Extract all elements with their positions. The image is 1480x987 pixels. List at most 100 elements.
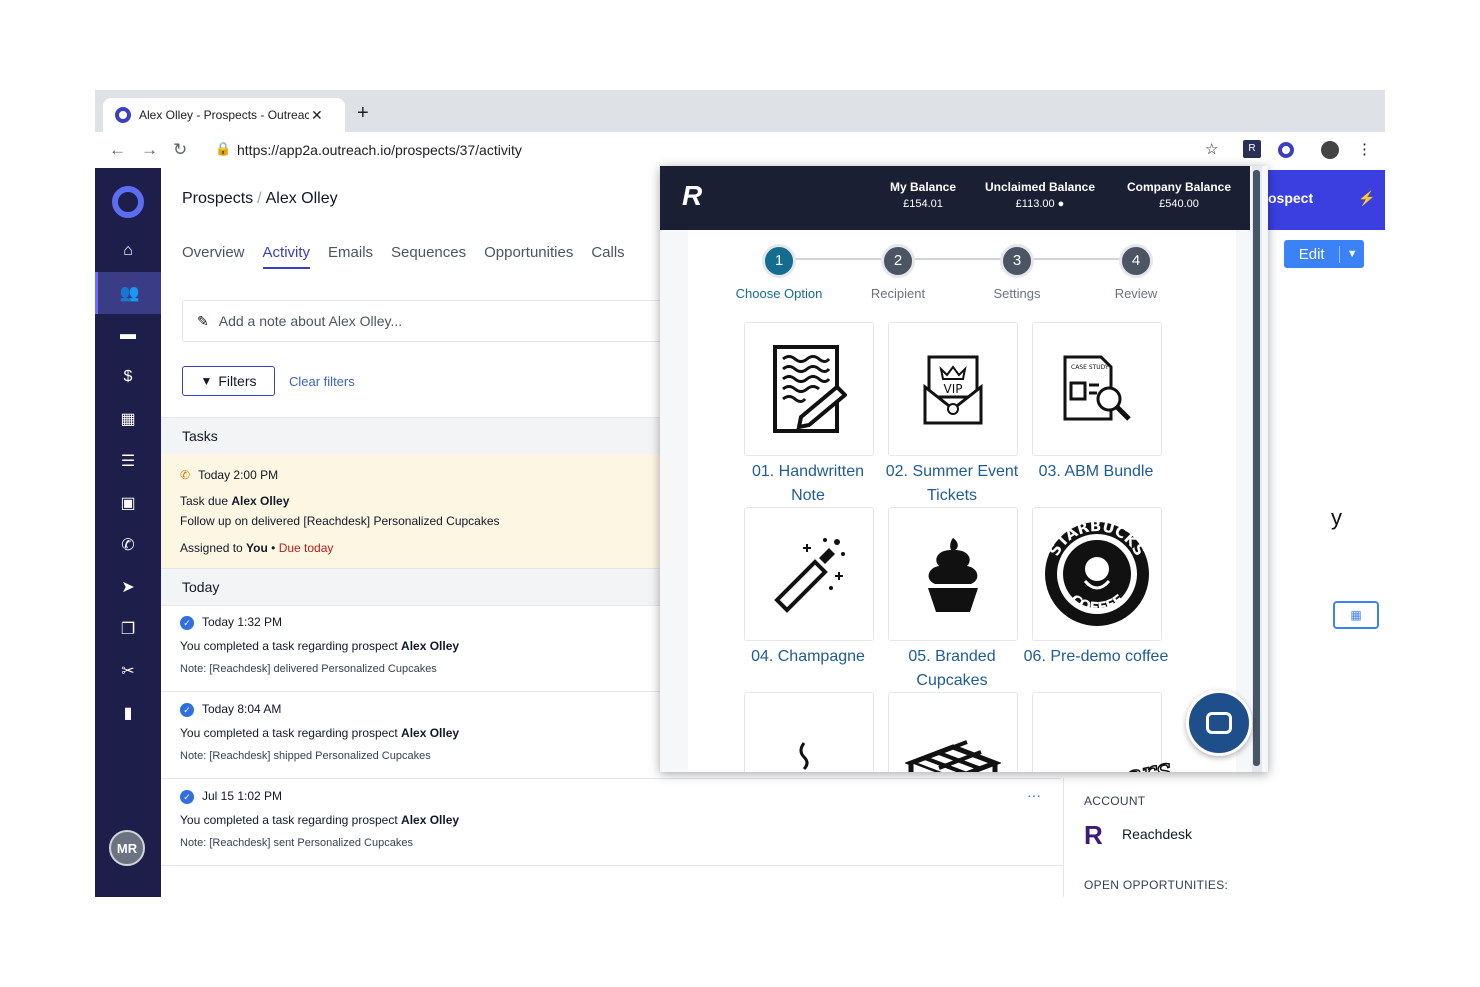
starbucks-logo-icon: STARBUCKS COFFEE [1045,519,1149,626]
calendar-small-icon: ▦ [1350,608,1362,622]
popup-scrollbar[interactable] [1252,166,1262,772]
tab-overview[interactable]: Overview [182,244,245,269]
calendar-icon[interactable]: ▦ [95,398,161,440]
gift-card-maltesers[interactable]: Maltesers [1019,692,1175,772]
profile-avatar-icon[interactable] [1321,141,1339,159]
dollar-icon[interactable]: $ [95,356,161,398]
breadcrumb-prospects-link[interactable]: Prospects [182,190,253,207]
gift-card-event-tickets[interactable]: VIP [888,322,1018,456]
close-tab-icon[interactable]: ✕ [311,107,323,124]
add-prospect-button[interactable]: ospect ⚡ [1260,170,1385,230]
step-number: 4 [1119,244,1153,278]
tab-sequences[interactable]: Sequences [391,244,466,269]
step-choose-option[interactable]: 1 Choose Option [724,244,834,301]
balance-label: My Balance [889,180,957,194]
briefcase-icon[interactable]: ▬ [95,314,161,356]
popup-scroll-thumb[interactable] [1253,170,1260,766]
gift-option-label[interactable]: 05. Branded Cupcakes [877,645,1027,693]
today-section-header: Today [161,568,702,606]
reports-icon[interactable]: ▮ [95,692,161,734]
activity-prospect-link[interactable]: Alex Olley [401,726,459,740]
activity-prospect-link[interactable]: Alex Olley [401,639,459,653]
inbox-icon[interactable]: ▣ [95,482,161,524]
activity-prospect-link[interactable]: Alex Olley [401,813,459,827]
bookmark-star-icon[interactable]: ☆ [1205,140,1218,158]
gift-card-coffee[interactable]: STARBUCKS COFFEE [1032,507,1162,641]
breadcrumb-prospect-name: Alex Olley [265,190,338,207]
new-tab-button[interactable]: + [357,102,369,125]
step-review[interactable]: 4 Review [1081,244,1191,301]
check-circle-icon: ✓ [180,702,194,717]
activity-note: Note: [Reachdesk] delivered Personalized… [180,663,437,675]
gift-card-handwritten-note[interactable] [744,322,874,456]
browser-tab[interactable]: Alex Olley - Prospects - Outreach ✕ [103,98,345,132]
filters-button[interactable]: ▼ Filters [182,366,275,396]
balance-value[interactable]: £113.00 ● [976,198,1104,210]
account-name-link[interactable]: Reachdesk [1122,826,1192,842]
browser-menu-icon[interactable]: ⋮ [1357,140,1372,158]
tasks-list-icon[interactable]: ☰ [95,440,161,482]
add-note-input[interactable]: ✎ Add a note about Alex Olley... [182,300,704,342]
reload-icon[interactable]: ↻ [173,140,187,160]
outreach-extension-icon[interactable] [1278,142,1294,158]
address-bar[interactable]: https://app2a.outreach.io/prospects/37/a… [237,142,522,158]
templates-icon[interactable]: ❐ [95,608,161,650]
edit-button[interactable]: Edit ▼ [1284,240,1364,268]
gift-option-label[interactable]: 04. Champagne [733,645,883,669]
gift-card-cupcakes[interactable] [888,507,1018,641]
open-opportunities-label: OPEN OPPORTUNITIES: [1084,878,1229,892]
forward-arrow-icon[interactable]: → [141,140,158,160]
phone-icon[interactable]: ✆ [95,524,161,566]
prospect-side-panel: ACCOUNT R Reachdesk OPEN OPPORTUNITIES: [1063,778,1385,897]
calendar-button[interactable]: ▦ [1333,601,1379,629]
more-options-icon[interactable]: ··· [1027,787,1041,803]
rubiks-cube-icon [905,740,1001,772]
step-recipient[interactable]: 2 Recipient [843,244,953,301]
vip-ticket-icon: VIP [923,355,983,425]
chat-launcher-button[interactable] [1186,690,1252,756]
activity-note: Note: [Reachdesk] sent Personalized Cupc… [180,837,413,849]
clear-filters-link[interactable]: Clear filters [289,374,355,389]
activity-text: You completed a task regarding prospect … [180,726,459,740]
task-description: Follow up on delivered [Reachdesk] Perso… [180,514,500,528]
check-circle-icon: ✓ [180,789,194,804]
activity-text-body: You completed a task regarding prospect [180,726,402,740]
gift-option-label[interactable]: 01. Handwritten Note [733,460,883,508]
tab-activity[interactable]: Activity [262,244,311,269]
send-icon[interactable]: ➤ [95,566,161,608]
user-avatar[interactable]: MR [109,830,145,866]
gift-option-label[interactable]: 03. ABM Bundle [1021,460,1171,484]
add-prospect-label: ospect [1268,190,1314,206]
outreach-logo-icon[interactable] [112,186,144,218]
back-arrow-icon[interactable]: ← [109,140,126,160]
task-card[interactable]: ✆ Today 2:00 PM Task due Alex Olley Follo… [161,454,702,568]
tab-opportunities[interactable]: Opportunities [484,244,573,269]
task-due-status: Due today [278,541,334,555]
phone-task-icon: ✆ [180,468,191,482]
gift-card-hot-drink[interactable] [744,692,874,772]
gift-card-abm-bundle[interactable]: CASE STUDY [1032,322,1162,456]
step-number: 3 [1000,244,1034,278]
chevron-down-icon[interactable]: ▼ [1340,248,1364,260]
tab-calls[interactable]: Calls [591,244,624,269]
task-due-name[interactable]: Alex Olley [231,494,289,508]
task-due-line: Task due Alex Olley [180,494,289,508]
task-bullet: • [267,541,279,555]
reachdesk-extension-icon[interactable]: R [1243,140,1261,158]
step-settings[interactable]: 3 Settings [962,244,1072,301]
prospects-icon[interactable]: 👥 [95,272,161,314]
snippets-icon[interactable]: ✂ [95,650,161,692]
tasks-section-header: Tasks [161,417,702,455]
lightning-icon[interactable]: ⚡ [1358,190,1375,207]
balance-label: Company Balance [1126,180,1232,194]
home-icon[interactable]: ⌂ [95,230,161,272]
case-study-text: CASE STUDY [1071,364,1109,371]
today-header-label: Today [182,579,220,595]
gift-card-puzzle-cube[interactable] [888,692,1018,772]
gift-option-label[interactable]: 06. Pre-demo coffee [1021,645,1171,669]
vip-text: VIP [944,382,963,396]
gift-card-champagne[interactable] [744,507,874,641]
activity-note: Note: [Reachdesk] shipped Personalized C… [180,750,431,762]
gift-option-label[interactable]: 02. Summer Event Tickets [877,460,1027,508]
tab-emails[interactable]: Emails [328,244,373,269]
